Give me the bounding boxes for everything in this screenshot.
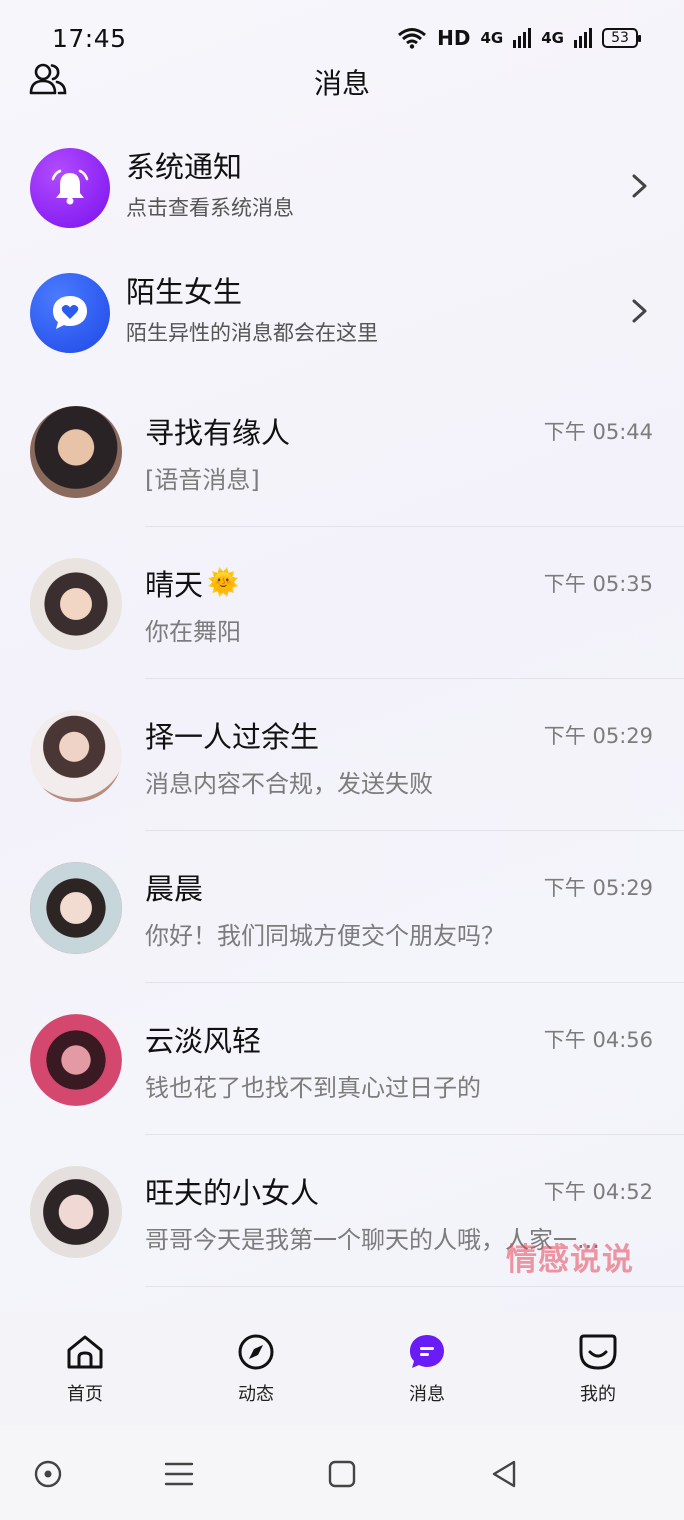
chat-preview: [语音消息]: [145, 466, 260, 494]
chat-list-item[interactable]: 云淡风轻 下午 04:56 钱也花了也找不到真心过日子的: [0, 1014, 684, 1166]
chevron-right-icon: [632, 299, 647, 323]
avatar: [30, 1166, 122, 1258]
tab-profile-label: 我的: [580, 1384, 616, 1405]
avatar: [30, 710, 122, 802]
tab-feed-label: 动态: [238, 1384, 274, 1405]
divider: [145, 982, 684, 983]
tab-home-label: 首页: [67, 1384, 103, 1405]
avatar: [30, 1014, 122, 1106]
divider: [145, 526, 684, 527]
divider: [145, 1134, 684, 1135]
chat-time: 下午 05:35: [543, 572, 653, 596]
signal-4g-label-1: 4G: [480, 29, 504, 47]
avatar: [30, 406, 122, 498]
chat-contact-name: 寻找有缘人: [145, 416, 291, 450]
assistant-circle-icon[interactable]: [30, 1456, 66, 1492]
signal-4g-label-2: 4G: [541, 29, 564, 47]
divider: [145, 1286, 684, 1287]
network-hd-label: HD: [437, 26, 471, 50]
chat-time: 下午 04:56: [543, 1028, 653, 1052]
profile-icon: [579, 1334, 617, 1370]
chat-list-item[interactable]: 晴天 🌞 下午 05:35 你在舞阳: [0, 558, 684, 710]
signal-bars-icon: [513, 28, 532, 48]
chat-contact-name: 晴天 🌞: [145, 568, 240, 602]
chat-contact-name: 晨晨: [145, 872, 204, 906]
status-time: 17:45: [52, 24, 127, 53]
tab-messages[interactable]: 消息: [367, 1312, 487, 1426]
system-notice-subtitle: 点击查看系统消息: [126, 196, 294, 220]
message-icon: [410, 1335, 444, 1368]
chat-preview: 你好！我们同城方便交个朋友吗？: [145, 922, 505, 950]
chat-preview: 你在舞阳: [145, 618, 241, 646]
sun-emoji-icon: 🌞: [207, 568, 240, 598]
divider: [145, 830, 684, 831]
chat-time: 下午 05:29: [543, 724, 653, 748]
status-bar: 17:45 HD 4G 4G 53: [0, 0, 684, 62]
chat-preview: 消息内容不合规，发送失败: [145, 770, 433, 798]
tab-home[interactable]: 首页: [25, 1312, 145, 1426]
chat-list-item[interactable]: 寻找有缘人 下午 05:44 [语音消息]: [0, 406, 684, 558]
header: 消息: [0, 58, 684, 102]
heart-chat-icon: [53, 296, 87, 329]
system-nav-bar: [0, 1426, 684, 1520]
compass-icon: [238, 1334, 274, 1370]
tab-messages-label: 消息: [409, 1384, 445, 1405]
chat-time: 下午 04:52: [543, 1180, 653, 1204]
chat-contact-name: 择一人过余生: [145, 720, 320, 754]
chat-list-item[interactable]: 择一人过余生 下午 05:29 消息内容不合规，发送失败: [0, 710, 684, 862]
home-square-icon[interactable]: [324, 1456, 360, 1492]
status-icons: HD 4G 4G 53: [397, 26, 641, 50]
stranger-messages-avatar: [30, 273, 110, 353]
signal-bars-icon-2: [574, 28, 592, 48]
stranger-messages-subtitle: 陌生异性的消息都会在这里: [126, 321, 378, 345]
chat-preview: 钱也花了也找不到真心过日子的: [145, 1074, 481, 1102]
stranger-messages-title: 陌生女生: [126, 275, 243, 309]
chat-list-item[interactable]: 晨晨 下午 05:29 你好！我们同城方便交个朋友吗？: [0, 862, 684, 1014]
chat-contact-name: 云淡风轻: [145, 1024, 262, 1058]
system-notice-row[interactable]: 系统通知 点击查看系统消息: [0, 138, 684, 238]
bell-icon: [51, 169, 89, 205]
system-notice-avatar: [30, 148, 110, 228]
chat-contact-name: 旺夫的小女人: [145, 1176, 320, 1210]
chevron-right-icon: [632, 174, 647, 198]
menu-icon[interactable]: [161, 1456, 197, 1492]
home-icon: [67, 1335, 103, 1369]
divider: [145, 678, 684, 679]
chat-time: 下午 05:29: [543, 876, 653, 900]
tab-feed[interactable]: 动态: [196, 1312, 316, 1426]
wifi-icon: [398, 28, 427, 49]
stranger-messages-row[interactable]: 陌生女生 陌生异性的消息都会在这里: [0, 263, 684, 363]
avatar: [30, 862, 122, 954]
tab-profile[interactable]: 我的: [538, 1312, 658, 1426]
system-notice-title: 系统通知: [126, 150, 243, 184]
avatar: [30, 558, 122, 650]
bottom-tab-bar: 首页 动态 消息 我的: [0, 1312, 684, 1426]
chat-time: 下午 05:44: [543, 420, 653, 444]
page-title: 消息: [313, 67, 370, 100]
back-triangle-icon[interactable]: [486, 1456, 522, 1492]
battery-icon: 53: [602, 28, 641, 48]
watermark: 情感说说: [506, 1242, 634, 1278]
